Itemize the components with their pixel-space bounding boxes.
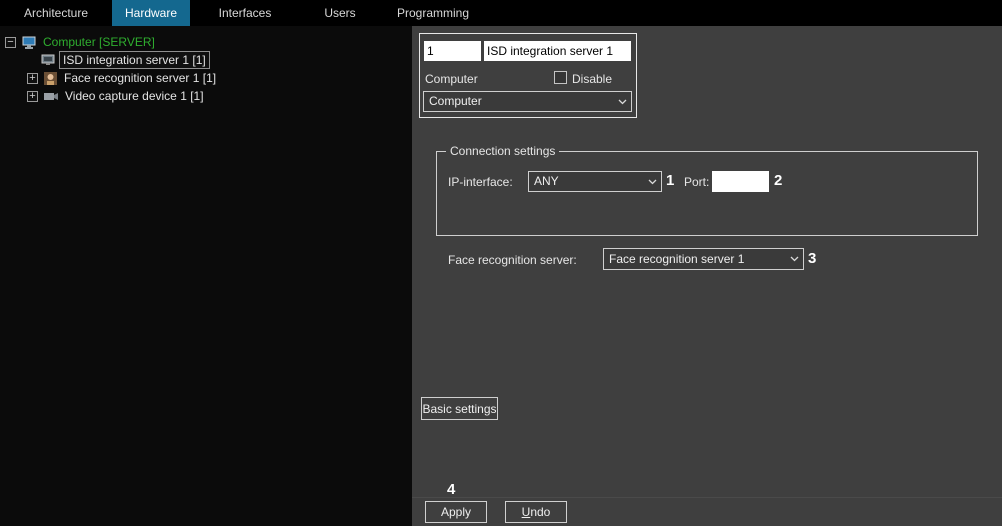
- apply-button[interactable]: Apply: [425, 501, 487, 523]
- face-icon: [44, 72, 57, 85]
- tree-item-video-capture-device[interactable]: Video capture device 1 [1]: [27, 87, 207, 105]
- computer-label: Computer: [425, 72, 478, 86]
- face-recognition-server-label: Face recognition server:: [448, 253, 577, 267]
- disable-checkbox[interactable]: [554, 71, 567, 84]
- face-recognition-server-select[interactable]: Face recognition server 1: [603, 248, 804, 270]
- chevron-down-icon: [618, 99, 627, 105]
- hardware-tree-panel: Computer [SERVER] ISD integration server…: [0, 26, 412, 526]
- ip-interface-label: IP-interface:: [448, 175, 513, 189]
- tab-hardware[interactable]: Hardware: [112, 0, 190, 26]
- collapse-icon[interactable]: [5, 37, 16, 48]
- port-label: Port:: [684, 175, 709, 189]
- callout-4: 4: [447, 481, 455, 498]
- camera-icon: [44, 90, 58, 103]
- ip-interface-value: ANY: [534, 174, 559, 188]
- server-icon: [41, 54, 55, 67]
- tree-item-label: Face recognition server 1 [1]: [61, 70, 219, 86]
- callout-1: 1: [666, 172, 674, 189]
- tree-item-face-recognition-server[interactable]: Face recognition server 1 [1]: [27, 69, 219, 87]
- footer-divider: [412, 497, 1002, 498]
- ip-interface-select[interactable]: ANY: [528, 171, 662, 192]
- tree-item-isd-integration-server[interactable]: ISD integration server 1 [1]: [41, 51, 210, 69]
- connection-settings-group: [436, 151, 978, 236]
- tree-item-label: ISD integration server 1 [1]: [59, 51, 210, 69]
- computer-icon: [22, 36, 36, 49]
- object-name-field[interactable]: [484, 41, 631, 61]
- disable-label: Disable: [572, 72, 612, 86]
- tree-item-computer[interactable]: Computer [SERVER]: [5, 33, 158, 51]
- expand-icon[interactable]: [27, 91, 38, 102]
- tab-basic-settings[interactable]: Basic settings: [421, 397, 498, 420]
- chevron-down-icon: [648, 179, 657, 185]
- port-field[interactable]: [712, 171, 769, 192]
- object-id-field[interactable]: [424, 41, 481, 61]
- connection-settings-title: Connection settings: [446, 144, 559, 158]
- tab-programming[interactable]: Programming: [380, 0, 486, 26]
- tree-item-label: Video capture device 1 [1]: [62, 88, 207, 104]
- top-nav: Architecture Hardware Interfaces Users P…: [0, 0, 1002, 26]
- tab-interfaces[interactable]: Interfaces: [190, 0, 300, 26]
- expand-icon[interactable]: [27, 73, 38, 84]
- computer-select[interactable]: Computer: [423, 91, 632, 112]
- face-recognition-server-value: Face recognition server 1: [609, 252, 744, 266]
- callout-2: 2: [774, 172, 782, 189]
- undo-button[interactable]: Undo: [505, 501, 567, 523]
- tree-item-label: Computer [SERVER]: [40, 34, 158, 50]
- callout-3: 3: [808, 250, 816, 267]
- app-window: Architecture Hardware Interfaces Users P…: [0, 0, 1002, 526]
- chevron-down-icon: [790, 256, 799, 262]
- computer-select-value: Computer: [429, 94, 482, 108]
- tab-users[interactable]: Users: [300, 0, 380, 26]
- tab-architecture[interactable]: Architecture: [0, 0, 112, 26]
